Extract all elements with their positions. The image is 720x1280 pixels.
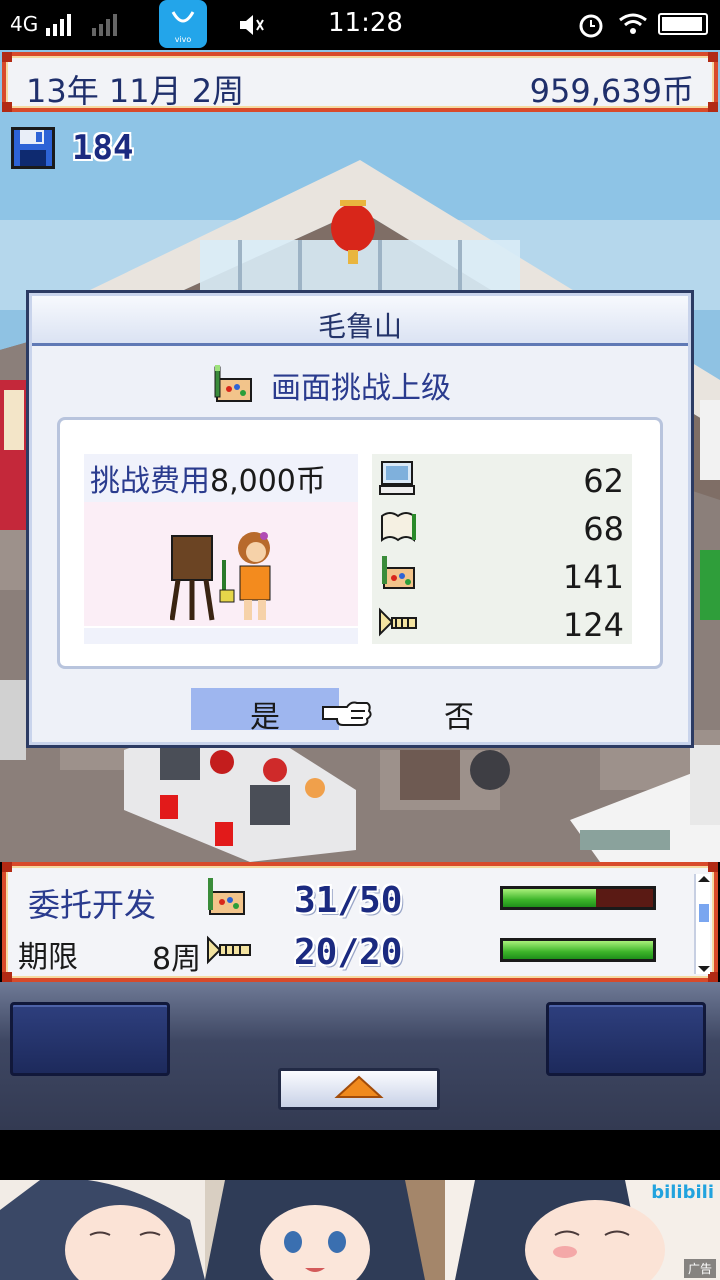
stats-box: 62 68 141 124 xyxy=(372,454,632,644)
frame-corner xyxy=(2,52,12,62)
project-title: 委托开发 xyxy=(28,886,157,924)
graphics-progress-text: 31/50 xyxy=(294,880,403,921)
frame-corner xyxy=(2,862,12,872)
money-display: 959,639币 xyxy=(529,72,694,110)
stat-row-graphics: 141 xyxy=(372,550,632,598)
stat-value-sound: 124 xyxy=(562,606,624,644)
stat-row-sound: 124 xyxy=(372,598,632,646)
graphics-progress-fill xyxy=(503,889,596,907)
cost-row: 挑战费用 8,000币 xyxy=(84,454,358,502)
artist-character xyxy=(170,532,271,621)
signal-2-icon xyxy=(92,14,117,36)
sound-icon xyxy=(379,607,417,637)
save-count: 184 xyxy=(72,128,134,168)
expand-up-button[interactable] xyxy=(278,1068,440,1110)
bottom-control-panel xyxy=(0,982,720,1130)
app-root: 4G vivo 11:28 13年 11月 2周 959,639币 184 毛鲁… xyxy=(0,0,720,1280)
deadline-value: 8周 xyxy=(152,942,202,977)
stat-value-book: 68 xyxy=(583,510,624,548)
graphics-icon xyxy=(382,556,415,589)
battery-icon xyxy=(658,13,708,35)
left-menu-button[interactable] xyxy=(10,1002,170,1076)
frame-corner xyxy=(708,862,718,872)
frame-corner xyxy=(708,52,718,62)
graphics-icon xyxy=(214,365,252,402)
challenge-dialog: 毛鲁山 画面挑战上级 挑战费用 8,000币 62 68 141 124 是 否 xyxy=(26,290,694,748)
network-label: 4G xyxy=(10,12,39,36)
scrollbar[interactable] xyxy=(694,874,710,974)
project-status-panel: 委托开发 31/50 期限 8周 20/20 xyxy=(2,862,718,982)
yes-label: 是 xyxy=(250,700,280,735)
signal-icon xyxy=(46,14,71,36)
yes-button[interactable]: 是 xyxy=(191,688,339,735)
clock: 11:28 xyxy=(328,8,403,38)
no-button[interactable]: 否 xyxy=(409,688,509,735)
sound-progress-text: 20/20 xyxy=(294,932,403,973)
no-label: 否 xyxy=(444,700,474,735)
game-date: 13年 11月 2周 xyxy=(26,72,245,110)
up-arrow-icon xyxy=(334,1075,384,1098)
status-bar: 4G vivo 11:28 xyxy=(0,0,720,50)
stat-row-computer: 62 xyxy=(372,454,632,502)
dialog-subtitle: 画面挑战上级 xyxy=(271,371,451,406)
right-menu-button[interactable] xyxy=(546,1002,706,1076)
dialog-title: 毛鲁山 xyxy=(317,310,402,343)
frame-corner xyxy=(2,102,12,112)
alarm-icon xyxy=(579,14,603,38)
scrollbar-arrows-icon xyxy=(698,876,710,972)
challenge-panel: 挑战费用 8,000币 62 68 141 124 xyxy=(57,417,663,669)
sound-progress-bar xyxy=(500,938,656,962)
vivo-store-icon[interactable]: vivo xyxy=(159,0,207,48)
graphics-progress-bar xyxy=(500,886,656,910)
pointing-hand-cursor-icon xyxy=(322,701,372,726)
frame-corner xyxy=(708,102,718,112)
cost-value: 8,000币 xyxy=(210,464,326,499)
ad-banner[interactable]: bilibili 广告 xyxy=(0,1180,720,1280)
frame-corner xyxy=(2,972,12,982)
divider-strip xyxy=(0,1130,720,1180)
book-icon xyxy=(381,512,416,542)
cost-box: 挑战费用 8,000币 xyxy=(84,454,358,644)
wifi-icon xyxy=(619,13,647,34)
ad-anime-girl-image xyxy=(205,1180,445,1280)
graphics-icon xyxy=(208,878,245,915)
stat-value-computer: 62 xyxy=(583,462,624,500)
date-money-bar: 13年 11月 2周 959,639币 xyxy=(2,52,718,112)
computer-icon xyxy=(379,461,415,495)
ad-badge[interactable]: 广告 xyxy=(683,1259,716,1278)
floppy-disk-icon[interactable] xyxy=(10,126,56,170)
mute-icon xyxy=(240,15,264,35)
sound-progress-fill xyxy=(503,941,653,959)
stat-value-graphics: 141 xyxy=(562,558,624,596)
ad-anime-girl-image xyxy=(0,1180,205,1280)
deadline-label: 期限 xyxy=(18,940,78,975)
cost-box-footer xyxy=(84,626,358,644)
bilibili-logo: bilibili xyxy=(651,1182,714,1203)
stat-row-book: 68 xyxy=(372,502,632,550)
dialog-titlebar: 毛鲁山 xyxy=(32,296,688,346)
dialog-subtitle-row: 画面挑战上级 xyxy=(211,361,451,409)
sound-icon xyxy=(207,935,251,965)
svg-text:vivo: vivo xyxy=(175,35,192,44)
cost-label: 挑战费用 xyxy=(90,464,210,499)
